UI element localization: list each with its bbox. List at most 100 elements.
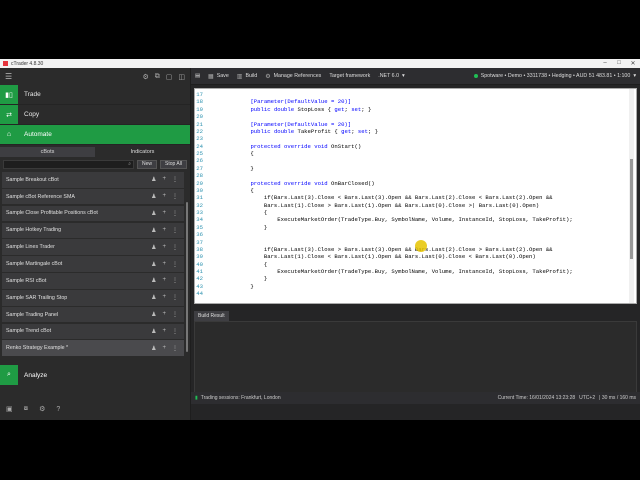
layout-icon[interactable]: ▢ <box>166 73 173 81</box>
scrollbar-thumb[interactable] <box>630 159 633 259</box>
more-icon[interactable]: ⋮ <box>172 311 178 318</box>
window-titlebar: cTrader 4.8.30 – □ ✕ <box>0 59 640 68</box>
list-item[interactable]: Renko Strategy Example * ♟ + ⋮ <box>2 340 184 357</box>
scrollbar-thumb[interactable] <box>186 202 188 352</box>
build-button[interactable]: ▥ Build <box>237 73 257 80</box>
list-item[interactable]: Sample RSI cBot ♟ + ⋮ <box>2 273 184 289</box>
list-item[interactable]: Sample cBot Reference SMA ♟ + ⋮ <box>2 188 184 205</box>
add-instance-icon[interactable]: + <box>162 261 166 268</box>
list-item[interactable]: Sample Trading Panel ♟ + ⋮ <box>2 306 184 323</box>
nav-analyze[interactable]: ⌕ Analyze <box>0 365 191 385</box>
list-item[interactable]: Sample SAR Trailing Stop ♟ + ⋮ <box>2 289 184 306</box>
add-instance-icon[interactable]: + <box>162 294 166 301</box>
add-instance-icon[interactable]: + <box>162 210 166 217</box>
list-item[interactable]: Sample Trend cBot ♟ + ⋮ <box>2 323 184 340</box>
more-icon[interactable]: ⋮ <box>172 277 178 284</box>
tab-cbots[interactable]: cBots <box>0 147 95 157</box>
collapse-panel-icon[interactable]: ◫ <box>178 73 185 81</box>
users-icon[interactable]: ♟ <box>151 311 156 318</box>
users-icon[interactable]: ♟ <box>151 210 156 217</box>
users-icon[interactable]: ♟ <box>151 176 156 183</box>
users-icon[interactable]: ♟ <box>151 294 156 301</box>
add-instance-icon[interactable]: + <box>162 345 166 352</box>
code-text: { <box>237 150 254 157</box>
new-button[interactable]: New <box>137 159 158 169</box>
tab-indicators[interactable]: Indicators <box>95 147 190 157</box>
line-number: 23 <box>196 135 203 143</box>
search-icon: ⌕ <box>128 161 132 167</box>
maximize-icon[interactable]: □ <box>612 60 626 67</box>
line-number: 41 <box>196 268 203 275</box>
hamburger-menu-icon[interactable]: ☰ <box>5 72 12 81</box>
list-item[interactable]: Sample Martingale cBot ♟ + ⋮ <box>2 256 184 272</box>
users-icon[interactable]: ♟ <box>151 193 156 200</box>
account-selector[interactable]: Spotware • Demo • 3311738 • Hedging • AU… <box>473 73 640 79</box>
timezone-select[interactable]: UTC+2 <box>579 395 595 401</box>
more-icon[interactable]: ⋮ <box>172 176 178 183</box>
line-number: 29 <box>196 179 203 187</box>
close-icon[interactable]: ✕ <box>626 60 640 67</box>
framework-select[interactable]: .NET 6.0 ▾ <box>378 73 404 79</box>
code-line: 39 Bars.Last(1).Close < Bars.Last(1).Ope… <box>195 253 636 260</box>
minimize-icon[interactable]: – <box>598 60 612 67</box>
list-item[interactable]: Sample Breakout cBot ♟ + ⋮ <box>2 172 184 188</box>
more-icon[interactable]: ⋮ <box>172 227 178 234</box>
save-button[interactable]: ▦ Save <box>208 73 229 80</box>
add-instance-icon[interactable]: + <box>162 193 166 200</box>
settings-sliders-icon[interactable]: ⚙ <box>142 73 148 81</box>
code-text: ExecuteMarketOrder(TradeType.Buy, Symbol… <box>237 268 573 275</box>
cbot-search-input[interactable]: ⌕ <box>3 159 135 169</box>
more-icon[interactable]: ⋮ <box>172 193 178 200</box>
add-instance-icon[interactable]: + <box>162 311 166 318</box>
stop-all-button[interactable]: Stop All <box>160 159 187 169</box>
more-icon[interactable]: ⋮ <box>172 328 178 335</box>
cbot-name: Sample Lines Trader <box>6 244 55 251</box>
nav-trade[interactable]: ▮▯ Trade <box>0 85 190 105</box>
manage-references-button[interactable]: ⚙ Manage References <box>265 73 321 80</box>
detach-icon[interactable]: ⧉ <box>155 73 160 81</box>
users-icon[interactable]: ♟ <box>151 328 156 335</box>
add-instance-icon[interactable]: + <box>162 244 166 251</box>
cbot-list-scrollbar[interactable] <box>185 172 189 377</box>
help-icon[interactable]: ? <box>56 406 60 413</box>
add-instance-icon[interactable]: + <box>162 176 166 183</box>
users-icon[interactable]: ♟ <box>151 261 156 268</box>
screenshot-icon[interactable]: ⧇ <box>24 405 28 413</box>
cbot-name: Sample Close Profitable Positions cBot <box>6 210 98 217</box>
add-instance-icon[interactable]: + <box>162 277 166 284</box>
settings-icon[interactable]: ⚙ <box>39 405 45 413</box>
code-line: 34 ExecuteMarketOrder(TradeType.Buy, Sym… <box>195 216 636 223</box>
mouse-cursor-highlight <box>415 240 427 252</box>
build-label: Build <box>245 73 258 79</box>
users-icon[interactable]: ♟ <box>151 244 156 251</box>
more-icon[interactable]: ⋮ <box>172 210 178 217</box>
users-icon[interactable]: ♟ <box>151 277 156 284</box>
more-icon[interactable]: ⋮ <box>172 294 178 301</box>
panel-toggle-icon[interactable]: ▤ <box>195 73 200 79</box>
window-controls: – □ ✕ <box>598 60 640 67</box>
code-line: 40 { <box>195 261 636 268</box>
users-icon[interactable]: ♟ <box>151 345 156 352</box>
more-icon[interactable]: ⋮ <box>172 244 178 251</box>
chevron-down-icon: ▾ <box>633 73 636 79</box>
code-editor[interactable]: 17 18 [Parameter(DefaultValue = 20)] 19 pu… <box>194 88 637 304</box>
nav-copy[interactable]: ⇄ Copy <box>0 105 190 125</box>
add-instance-icon[interactable]: + <box>162 227 166 234</box>
more-icon[interactable]: ⋮ <box>172 345 178 352</box>
nav-automate[interactable]: ⌂ Automate <box>0 125 190 145</box>
users-icon[interactable]: ♟ <box>151 227 156 234</box>
store-icon[interactable]: ▣ <box>6 405 13 413</box>
tab-build-result[interactable]: Build Result <box>194 311 229 321</box>
cbot-name: Sample Martingale cBot <box>6 261 63 268</box>
code-line: 27 } <box>195 165 636 172</box>
list-item[interactable]: Sample Hotkey Trading ♟ + ⋮ <box>2 222 184 239</box>
list-item[interactable]: Sample Close Profitable Positions cBot ♟… <box>2 205 184 222</box>
list-item[interactable]: Sample Lines Trader ♟ + ⋮ <box>2 239 184 255</box>
editor-scrollbar[interactable] <box>629 89 634 303</box>
line-number: 44 <box>196 290 203 298</box>
more-icon[interactable]: ⋮ <box>172 261 178 268</box>
manage-references-label: Manage References <box>273 73 322 79</box>
add-instance-icon[interactable]: + <box>162 328 166 335</box>
